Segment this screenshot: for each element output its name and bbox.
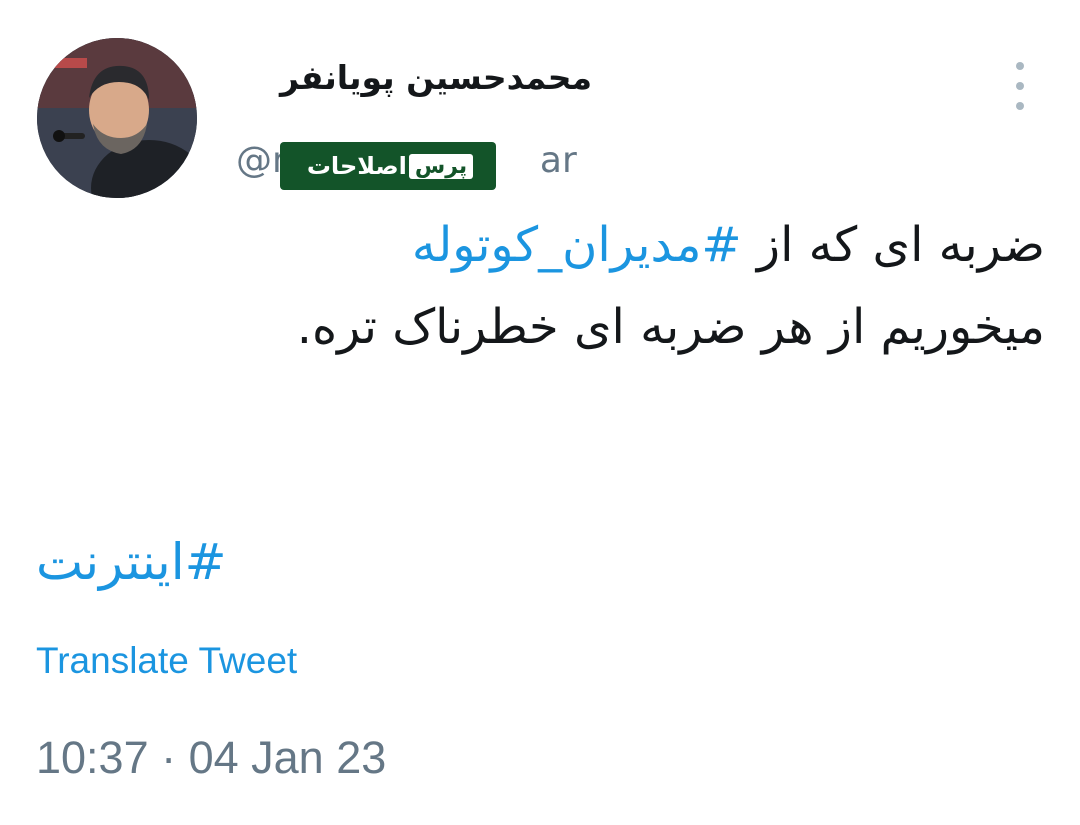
watermark-logo: اصلاحات پرس bbox=[280, 142, 496, 190]
display-name[interactable]: محمدحسین پویانفر bbox=[232, 58, 592, 108]
more-options-button[interactable] bbox=[1005, 62, 1035, 110]
tweet-card: محمدحسین پویانفر @mbar اصلاحات پرس ضربه … bbox=[0, 0, 1080, 825]
watermark-text-2: پرس bbox=[408, 153, 474, 179]
translate-tweet-link[interactable]: Translate Tweet bbox=[36, 640, 297, 684]
tweet-text-segment: ضربه ای که از bbox=[741, 217, 1045, 273]
more-vertical-icon bbox=[1016, 82, 1024, 90]
tweet-line-1: ضربه ای که از #مدیران_کوتوله bbox=[60, 215, 1045, 275]
hashtag-link[interactable]: #مدیران_کوتوله bbox=[412, 217, 742, 273]
hashtag-link[interactable]: #اینترنت bbox=[36, 530, 296, 594]
person-avatar-icon bbox=[37, 38, 197, 198]
tweet-timestamp[interactable]: 10:37 · 04 Jan 23 bbox=[36, 732, 386, 788]
handle-visible-end: ar bbox=[539, 140, 577, 181]
tweet-line-2: میخوریم از هر ضربه ای خطرناک تره. bbox=[60, 297, 1045, 357]
tweet-text: ضربه ای که از #مدیران_کوتوله میخوریم از … bbox=[60, 215, 1045, 379]
more-vertical-icon bbox=[1016, 62, 1024, 70]
watermark-text-1: اصلاحات bbox=[306, 152, 407, 180]
avatar[interactable] bbox=[37, 38, 197, 198]
tweet-text-segment: میخوریم از هر ضربه ای خطرناک تره. bbox=[296, 299, 1045, 355]
more-vertical-icon bbox=[1016, 102, 1024, 110]
